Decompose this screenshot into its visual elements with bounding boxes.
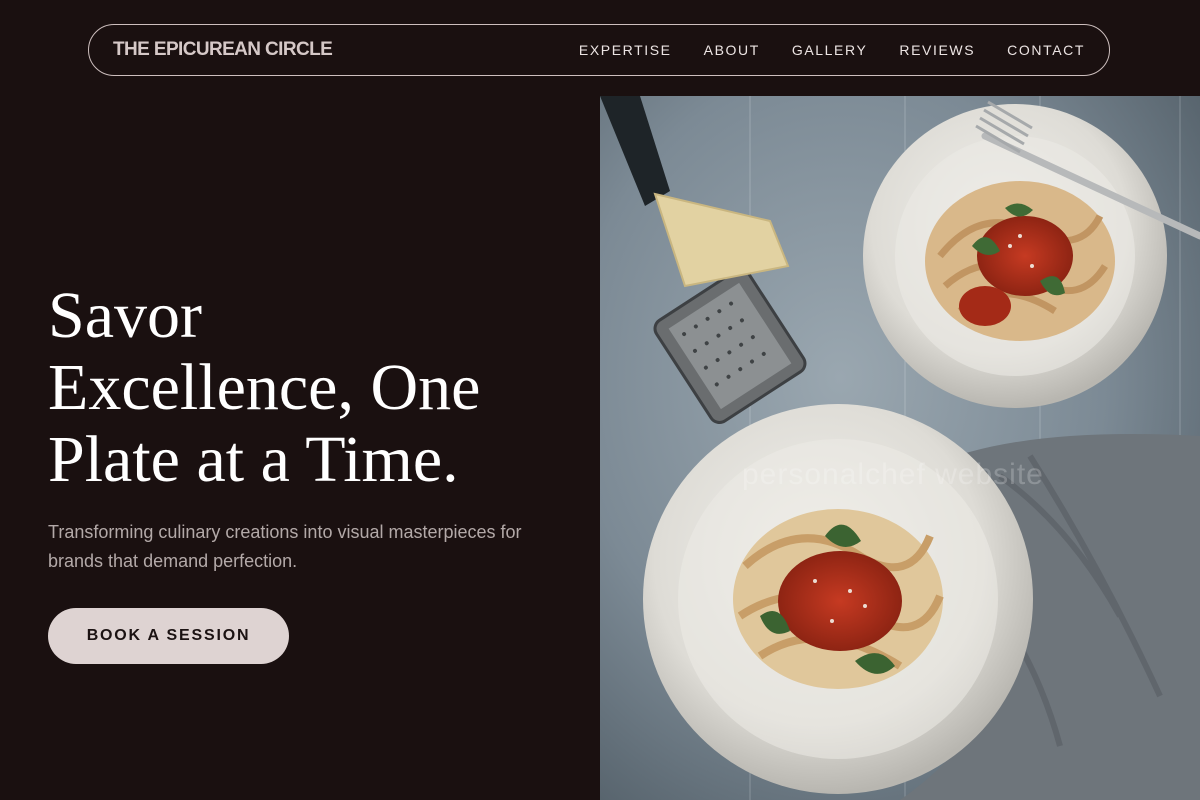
hero-title-line: Savor — [48, 279, 202, 352]
nav-link-reviews[interactable]: REVIEWS — [899, 42, 975, 58]
nav-link-about[interactable]: ABOUT — [704, 42, 760, 58]
hero-title-line: Excellence, One — [48, 351, 481, 424]
nav-menu: EXPERTISE ABOUT GALLERY REVIEWS CONTACT — [579, 42, 1085, 58]
hero-title: Savor Excellence, One Plate at a Time. — [48, 280, 568, 496]
hero-title-line: Plate at a Time. — [48, 423, 459, 496]
top-navbar: THE EPICUREAN CIRCLE EXPERTISE ABOUT GAL… — [88, 24, 1110, 76]
nav-link-expertise[interactable]: EXPERTISE — [579, 42, 672, 58]
hero-subtitle-line: brands that demand perfection. — [48, 551, 298, 571]
image-watermark: personalchef website — [742, 458, 1044, 491]
hero-subtitle-line: Transforming culinary creations into vis… — [48, 522, 522, 542]
hero-subtitle: Transforming culinary creations into vis… — [48, 518, 568, 576]
hero-food-image: personalchef website — [600, 96, 1200, 800]
brand-logo-text[interactable]: THE EPICUREAN CIRCLE — [113, 39, 333, 61]
book-session-button[interactable]: BOOK A SESSION — [48, 608, 289, 664]
nav-link-contact[interactable]: CONTACT — [1007, 42, 1085, 58]
pasta-illustration — [600, 96, 1200, 800]
nav-link-gallery[interactable]: GALLERY — [792, 42, 868, 58]
